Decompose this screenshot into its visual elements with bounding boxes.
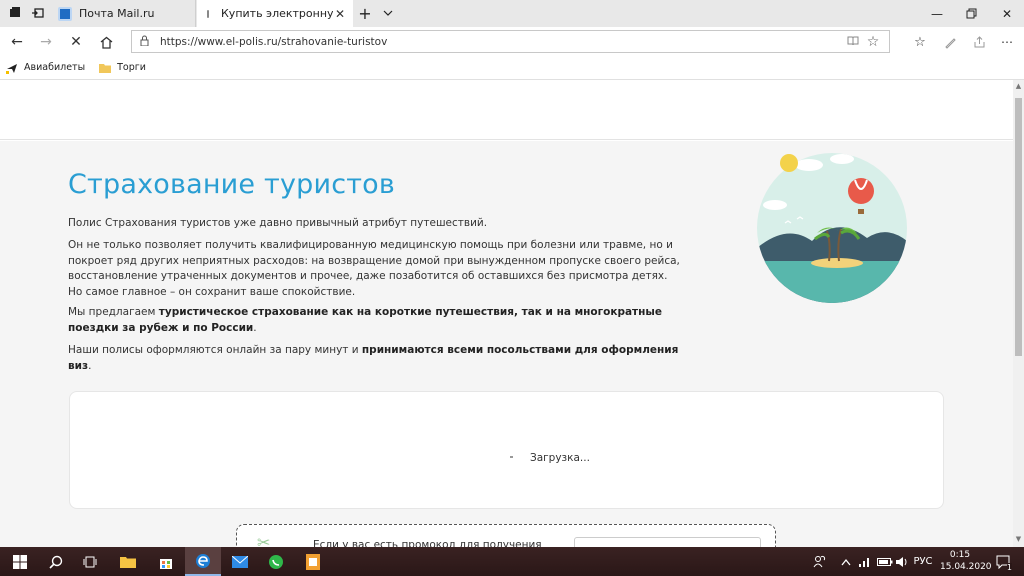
tab-mail[interactable]: Почта Mail.ru — [50, 0, 196, 27]
page-scrollbar[interactable]: ▲ ▼ — [1013, 80, 1024, 547]
favorite-avia[interactable]: Авиабилеты — [6, 62, 85, 74]
home-icon[interactable] — [97, 33, 115, 51]
favorite-torgi[interactable]: Торги — [99, 62, 146, 74]
set-tabs-aside-icon[interactable] — [30, 5, 46, 21]
stop-loading-icon[interactable]: ✕ — [67, 33, 85, 51]
tab-list-chevron-icon[interactable] — [380, 5, 396, 21]
lock-icon — [140, 35, 152, 49]
page-title: Страхование туристов — [68, 169, 396, 200]
folder-icon — [99, 62, 112, 74]
offer-paragraph: Мы предлагаем туристическое страхование … — [68, 306, 663, 334]
scroll-down-icon[interactable]: ▼ — [1013, 535, 1024, 545]
plane-icon — [6, 62, 18, 74]
page-content: Страхование туристов Полис Страхования т… — [0, 141, 1013, 547]
language-indicator[interactable]: РУС — [912, 547, 934, 576]
promo-code-box: ✂ Если у вас есть промокод для получения — [236, 524, 776, 547]
spinner-icon — [510, 456, 513, 458]
favorite-label: Торги — [117, 62, 146, 73]
share-icon[interactable] — [970, 33, 988, 51]
url-text: https://www.el-polis.ru/strahovanie-turi… — [160, 35, 388, 48]
promo-text: Если у вас есть промокод для получения — [313, 539, 542, 547]
mail-favicon-icon — [58, 6, 72, 21]
network-icon[interactable] — [856, 547, 874, 576]
battery-icon[interactable] — [876, 547, 894, 576]
navigation-bar: ← → ✕ https://www.el-polis.ru/strahovani… — [0, 27, 1024, 56]
scroll-thumb[interactable] — [1015, 98, 1022, 356]
favorite-label: Авиабилеты — [24, 62, 86, 73]
volume-icon[interactable] — [893, 547, 911, 576]
whatsapp-icon[interactable] — [258, 547, 294, 576]
scroll-up-icon[interactable]: ▲ — [1013, 82, 1024, 92]
intro-paragraph: Полис Страхования туристов уже давно при… — [68, 217, 488, 229]
screen: Почта Mail.ru Купить электронную ст ✕ + … — [0, 0, 1024, 576]
clock-date: 15.04.2020 — [940, 562, 992, 572]
favorites-hub-icon[interactable]: ☆ — [911, 33, 929, 51]
notification-count: 1 — [1006, 563, 1012, 572]
island-illustration — [757, 153, 907, 303]
document-app-icon[interactable] — [295, 547, 331, 576]
clock[interactable]: 0:15 15.04.2020 — [940, 549, 992, 573]
close-window-button[interactable]: ✕ — [990, 0, 1024, 27]
clock-time: 0:15 — [949, 550, 971, 560]
taskbar: РУС 0:15 15.04.2020 1 — [0, 547, 1024, 576]
file-explorer-icon[interactable] — [110, 547, 146, 576]
people-icon[interactable] — [808, 547, 830, 576]
site-header — [0, 80, 1013, 140]
minimize-button[interactable]: — — [920, 0, 954, 27]
tab-bar: Почта Mail.ru Купить электронную ст ✕ + … — [0, 0, 1024, 27]
address-bar[interactable]: https://www.el-polis.ru/strahovanie-turi… — [131, 30, 890, 53]
mail-icon[interactable] — [222, 547, 258, 576]
tab-title: Купить электронную ст — [221, 7, 333, 20]
show-hidden-icons-chevron-icon[interactable] — [838, 547, 854, 576]
favorite-star-icon[interactable]: ☆ — [863, 34, 883, 50]
back-arrow-icon[interactable]: ← — [8, 33, 26, 51]
task-view-icon[interactable] — [72, 547, 108, 576]
benefits-paragraph: Он не только позволяет получить квалифиц… — [68, 239, 680, 298]
gift-icon: ✂ — [257, 533, 271, 547]
close-tab-icon[interactable]: ✕ — [333, 7, 347, 21]
search-icon[interactable] — [38, 547, 74, 576]
loading-favicon-icon — [207, 9, 209, 18]
reading-view-icon[interactable] — [843, 35, 863, 49]
promo-code-input[interactable] — [574, 537, 761, 547]
notifications-icon[interactable]: 1 — [992, 547, 1014, 576]
edge-browser-icon[interactable] — [185, 547, 221, 576]
more-menu-icon[interactable]: ⋯ — [998, 33, 1016, 51]
visa-paragraph: Наши полисы оформляются онлайн за пару м… — [68, 344, 679, 372]
windows-start-icon[interactable] — [2, 547, 38, 576]
tab-el-polis[interactable]: Купить электронную ст ✕ — [197, 0, 353, 27]
tab-actions-icon[interactable] — [7, 5, 23, 21]
store-icon[interactable] — [148, 547, 184, 576]
pen-icon[interactable] — [941, 33, 959, 51]
forward-arrow-icon[interactable]: → — [37, 33, 55, 51]
tab-title: Почта Mail.ru — [79, 7, 155, 20]
web-page: Страхование туристов Полис Страхования т… — [0, 80, 1013, 547]
loading-text: Загрузка... — [530, 452, 590, 464]
calculator-card: Загрузка... — [69, 391, 944, 509]
favorites-bar: Авиабилеты Торги — [0, 56, 1024, 80]
restore-button[interactable] — [955, 0, 989, 27]
new-tab-icon[interactable]: + — [357, 4, 373, 23]
